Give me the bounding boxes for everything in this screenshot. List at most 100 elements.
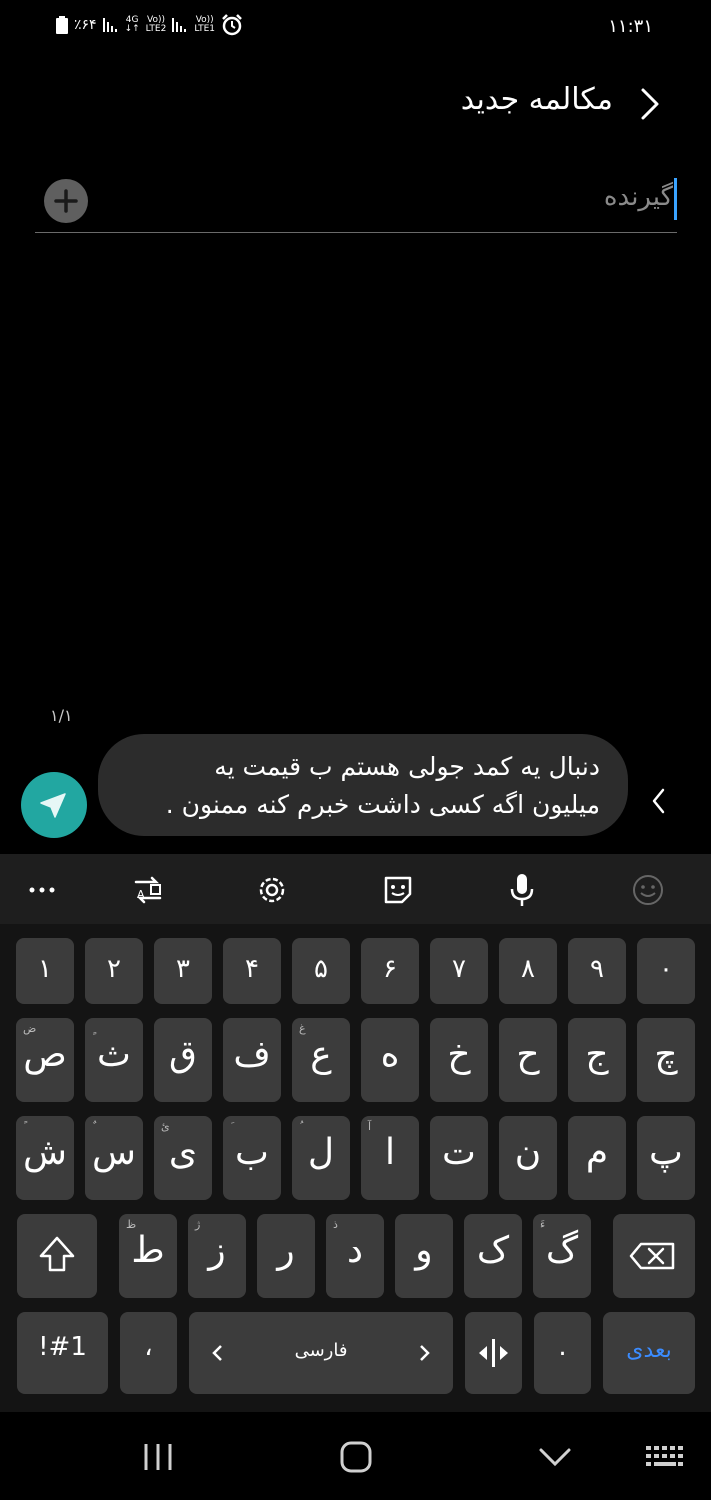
- number-key[interactable]: ۰: [637, 938, 695, 1004]
- letter-key[interactable]: و: [395, 1214, 453, 1298]
- backspace-icon: [629, 1242, 675, 1270]
- message-text[interactable]: دنبال یه کمد جولی هستم ب قیمت یه میلیون …: [120, 748, 600, 824]
- letter-key[interactable]: ءَ گ: [533, 1214, 591, 1298]
- number-key[interactable]: ۸: [499, 938, 557, 1004]
- recent-apps-icon[interactable]: [138, 1440, 178, 1474]
- battery-percent: ٪۶۴: [74, 17, 97, 33]
- key-label: پ: [649, 1132, 683, 1173]
- letter-key[interactable]: ق: [154, 1018, 212, 1102]
- microphone-icon[interactable]: [500, 868, 544, 912]
- key-label: و: [415, 1230, 433, 1271]
- text-caret: [674, 178, 677, 220]
- letter-key[interactable]: ه: [361, 1018, 419, 1102]
- key-label: س: [92, 1132, 136, 1173]
- key-label: ۴: [245, 954, 259, 984]
- number-key[interactable]: ۶: [361, 938, 419, 1004]
- number-key[interactable]: ۳: [154, 938, 212, 1004]
- alarm-icon: [222, 14, 242, 36]
- number-key[interactable]: ۷: [430, 938, 488, 1004]
- send-button[interactable]: [21, 772, 87, 838]
- letter-key[interactable]: ًش: [16, 1116, 74, 1200]
- letter-key[interactable]: ج: [568, 1018, 626, 1102]
- key-label: ق: [169, 1034, 197, 1075]
- period-key[interactable]: .: [534, 1312, 591, 1394]
- key-label: ۵: [314, 954, 328, 984]
- translate-icon[interactable]: A: [126, 868, 170, 912]
- key-label: ک: [476, 1230, 510, 1271]
- expand-chevron-icon[interactable]: [649, 786, 669, 816]
- letter-key[interactable]: ُل: [292, 1116, 350, 1200]
- key-label: ف: [233, 1034, 271, 1075]
- comma-key[interactable]: ،: [120, 1312, 177, 1394]
- letter-key[interactable]: ح: [499, 1018, 557, 1102]
- number-key[interactable]: ۵: [292, 938, 350, 1004]
- letter-key[interactable]: خ: [430, 1018, 488, 1102]
- key-label: ۶: [383, 954, 397, 984]
- divider: [35, 232, 677, 233]
- shift-arrow-icon: [39, 1236, 75, 1272]
- next-key[interactable]: بعدی: [603, 1312, 695, 1394]
- shift-key[interactable]: [17, 1214, 97, 1298]
- cursor-move-icon: [479, 1339, 508, 1367]
- letter-key[interactable]: َب: [223, 1116, 281, 1200]
- key-label: ۷: [452, 954, 466, 984]
- letter-key[interactable]: ن: [499, 1116, 557, 1200]
- key-label: ط: [131, 1230, 165, 1271]
- number-key[interactable]: ۴: [223, 938, 281, 1004]
- backspace-key[interactable]: [613, 1214, 695, 1298]
- letter-key[interactable]: ر: [257, 1214, 315, 1298]
- letter-key[interactable]: ئی: [154, 1116, 212, 1200]
- sticker-icon[interactable]: [376, 868, 420, 912]
- key-label: ب: [235, 1132, 269, 1173]
- key-label: ۹: [590, 954, 604, 984]
- letter-key[interactable]: پ: [637, 1116, 695, 1200]
- settings-gear-icon[interactable]: [250, 868, 294, 912]
- letter-key[interactable]: ٌس: [85, 1116, 143, 1200]
- keyboard-switch-icon[interactable]: [644, 1444, 686, 1470]
- emoji-icon[interactable]: [626, 868, 670, 912]
- letter-key[interactable]: ژز: [188, 1214, 246, 1298]
- key-label: د: [346, 1230, 364, 1271]
- number-key[interactable]: ۲: [85, 938, 143, 1004]
- key-label: گ: [545, 1230, 579, 1271]
- back-arrow-icon[interactable]: [635, 86, 665, 122]
- key-label: چ: [654, 1034, 678, 1075]
- key-label: ه: [380, 1034, 400, 1075]
- signal-bars-icon: [102, 18, 119, 32]
- send-icon: [40, 793, 66, 818]
- home-icon[interactable]: [336, 1438, 376, 1476]
- key-label: ۳: [176, 954, 190, 984]
- letter-key[interactable]: ٍث: [85, 1018, 143, 1102]
- letter-key[interactable]: چ: [637, 1018, 695, 1102]
- key-label: ع: [310, 1034, 332, 1075]
- letter-key[interactable]: ذد: [326, 1214, 384, 1298]
- key-label: ۲: [107, 954, 121, 984]
- letter-key[interactable]: ظط: [119, 1214, 177, 1298]
- key-label: خ: [447, 1034, 471, 1075]
- recipient-input[interactable]: گیرنده: [73, 182, 673, 222]
- letter-key[interactable]: آا: [361, 1116, 419, 1200]
- letter-key[interactable]: ت: [430, 1116, 488, 1200]
- letter-key[interactable]: غع: [292, 1018, 350, 1102]
- letter-key[interactable]: ضص: [16, 1018, 74, 1102]
- svg-text:A: A: [137, 888, 145, 901]
- keyboard-toolbar: [0, 854, 711, 924]
- letter-key[interactable]: م: [568, 1116, 626, 1200]
- hide-keyboard-icon[interactable]: [536, 1442, 574, 1472]
- letter-key[interactable]: ک: [464, 1214, 522, 1298]
- cursor-move-key[interactable]: [465, 1312, 522, 1394]
- number-key[interactable]: ۹: [568, 938, 626, 1004]
- key-label: ر: [277, 1230, 295, 1271]
- key-label: م: [585, 1132, 609, 1173]
- number-key[interactable]: ۱: [16, 938, 74, 1004]
- network-4g: 4G ↓↑: [124, 15, 140, 34]
- key-label: ل: [307, 1132, 335, 1173]
- more-icon[interactable]: [20, 868, 64, 912]
- space-key[interactable]: فارسی: [189, 1312, 453, 1394]
- symbols-key[interactable]: !#1: [17, 1312, 108, 1394]
- key-label: ج: [585, 1034, 609, 1075]
- key-label: ث: [97, 1034, 131, 1075]
- key-label: ص: [23, 1034, 67, 1075]
- key-label: ح: [516, 1034, 540, 1075]
- letter-key[interactable]: ف: [223, 1018, 281, 1102]
